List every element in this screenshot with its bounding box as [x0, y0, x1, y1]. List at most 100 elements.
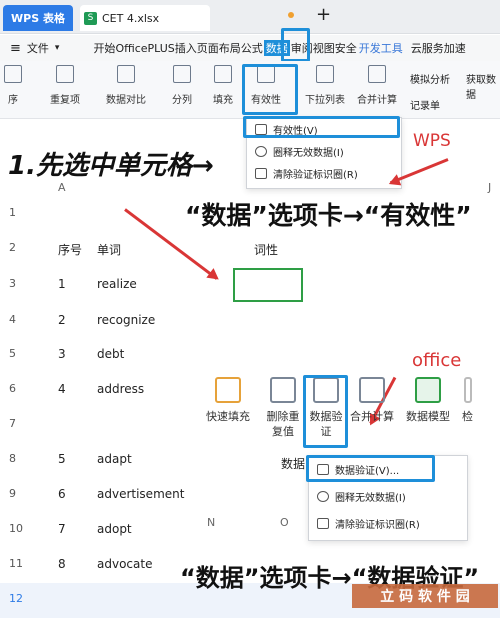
ribbon-fill[interactable]: 填充 [213, 65, 233, 106]
menu-item-start[interactable]: 开始 [93, 40, 115, 56]
file-tab-label: CET 4.xlsx [102, 11, 160, 25]
unsaved-dot-icon [288, 12, 294, 18]
remove-duplicates-icon [270, 377, 296, 403]
check-button[interactable]: 检 [462, 377, 473, 424]
ribbon-label: 合并计算 [357, 95, 397, 106]
cell-seq[interactable]: 7 [58, 522, 66, 536]
row-number[interactable]: 5 [9, 347, 16, 360]
cell-seq[interactable]: 5 [58, 452, 66, 466]
data-model-icon [415, 377, 441, 403]
row-number[interactable]: 3 [9, 277, 16, 290]
cell-word[interactable]: debt [97, 347, 124, 361]
header-seq[interactable]: 序号 [58, 241, 82, 258]
menu-item-formula[interactable]: 公式 [241, 40, 263, 56]
row-number[interactable]: 1 [9, 206, 16, 219]
ribbon-split[interactable]: 分列 [172, 65, 192, 106]
row-number[interactable]: 10 [9, 522, 23, 535]
selected-cell[interactable] [233, 268, 303, 302]
row-number[interactable]: 7 [9, 417, 16, 430]
ribbon-compare[interactable]: 数据对比 [106, 65, 146, 106]
row-number[interactable]: 12 [9, 592, 23, 605]
validity-option-highlight [243, 116, 400, 138]
column-header-j[interactable]: J [488, 181, 491, 194]
column-header-a[interactable]: A [58, 181, 66, 194]
menu-item-cloud[interactable]: 云服务 [411, 40, 444, 56]
ribbon-label: 数据对比 [106, 95, 146, 106]
menu-item-insert[interactable]: 插入 [175, 40, 197, 56]
menu-item-layout[interactable]: 页面布局 [197, 40, 241, 56]
cell-word[interactable]: advocate [97, 557, 152, 571]
cell-seq[interactable]: 8 [58, 557, 66, 571]
data-validation-highlight [303, 375, 348, 448]
office-tag: office [412, 350, 462, 371]
consolidate-icon [359, 377, 385, 403]
app-tab-wps[interactable]: WPS 表格 [3, 5, 73, 31]
hamburger-icon[interactable]: ≡ [10, 41, 21, 56]
dropdown-label: 圈释无效数据(I) [335, 493, 406, 504]
consolidate-button[interactable]: 合并计算 [350, 377, 394, 424]
office-label: 合并计算 [350, 410, 394, 423]
dropdown-item-clear-circles[interactable]: 清除验证标识圈(R) [247, 162, 401, 184]
menu-item-security[interactable]: 安全 [335, 40, 357, 56]
dropdown-item-clear-circles[interactable]: 清除验证标识圈(R) [309, 510, 467, 537]
dropdown-item-circle-invalid[interactable]: 圈释无效数据(I) [247, 140, 401, 162]
dropdown-item-circle-invalid[interactable]: 圈释无效数据(I) [309, 483, 467, 510]
ribbon-label: 填充 [213, 95, 233, 106]
row-number[interactable]: 8 [9, 452, 16, 465]
flash-fill-icon [215, 377, 241, 403]
row-number[interactable]: 4 [9, 313, 16, 326]
dropdown-label: 圈释无效数据(I) [273, 147, 344, 159]
cell-seq[interactable]: 4 [58, 382, 66, 396]
new-tab-button[interactable]: + [316, 4, 331, 25]
cell-seq[interactable]: 6 [58, 487, 66, 501]
row-number[interactable]: 2 [9, 241, 16, 254]
menu-item-accelerate[interactable]: 加速 [444, 40, 466, 56]
column-header-o[interactable]: O [280, 516, 289, 529]
ribbon-label: 分列 [172, 95, 192, 106]
ribbon-label: 下拉列表 [305, 95, 345, 106]
row-number[interactable]: 6 [9, 382, 16, 395]
cell-word[interactable]: realize [97, 277, 137, 291]
file-menu[interactable]: 文件 [27, 40, 49, 56]
office-label: 数据模型 [406, 410, 450, 423]
split-icon [173, 65, 191, 83]
ribbon-label: 记录单 [410, 101, 440, 112]
record-form[interactable]: 记录单 [410, 97, 440, 112]
menu-item-developer[interactable]: 开发工具 [359, 40, 403, 56]
remove-duplicates-button[interactable]: 删除重复值 [262, 377, 304, 439]
flash-fill-button[interactable]: 快速填充 [206, 377, 250, 424]
ribbon-label: 重复项 [50, 95, 80, 106]
cell-seq[interactable]: 2 [58, 313, 66, 327]
compare-icon [117, 65, 135, 83]
cell-word[interactable]: adopt [97, 522, 132, 536]
header-word[interactable]: 单词 [97, 241, 121, 258]
data-model-button[interactable]: 数据模型 [406, 377, 450, 424]
circle-invalid-icon [317, 491, 329, 502]
watermark-logo: 立 码 软 件 园 [352, 584, 498, 608]
ribbon-duplicates[interactable]: 重复项 [50, 65, 80, 106]
check-icon [463, 377, 472, 403]
column-header-n[interactable]: N [207, 516, 215, 529]
data-validation-option-highlight [306, 455, 435, 482]
cell-word[interactable]: advertisement [97, 487, 184, 501]
cell-word[interactable]: address [97, 382, 144, 396]
cell-seq[interactable]: 1 [58, 277, 66, 291]
get-data[interactable]: 获取数据 [466, 71, 500, 101]
sort-icon [4, 65, 22, 83]
cell-word[interactable]: recognize [97, 313, 155, 327]
file-tab[interactable]: S CET 4.xlsx [80, 5, 210, 31]
ribbon-label: 模拟分析 [410, 75, 450, 86]
menu-item-view[interactable]: 视图 [313, 40, 335, 56]
what-if-analysis[interactable]: 模拟分析 [410, 71, 450, 86]
row-number[interactable]: 11 [9, 557, 23, 570]
ribbon-dropdown-list[interactable]: 下拉列表 [305, 65, 345, 106]
cell-seq[interactable]: 3 [58, 347, 66, 361]
ribbon-consolidate[interactable]: 合并计算 [357, 65, 397, 106]
row-number[interactable]: 9 [9, 487, 16, 500]
menu-item-officeplus[interactable]: OfficePLUS [115, 42, 174, 55]
cell-word[interactable]: adapt [97, 452, 132, 466]
ribbon-sort[interactable]: 序 [4, 65, 22, 106]
data-group-label: 数据 [281, 457, 306, 471]
wps-tag: WPS [413, 131, 451, 151]
header-pos[interactable]: 词性 [254, 241, 278, 258]
